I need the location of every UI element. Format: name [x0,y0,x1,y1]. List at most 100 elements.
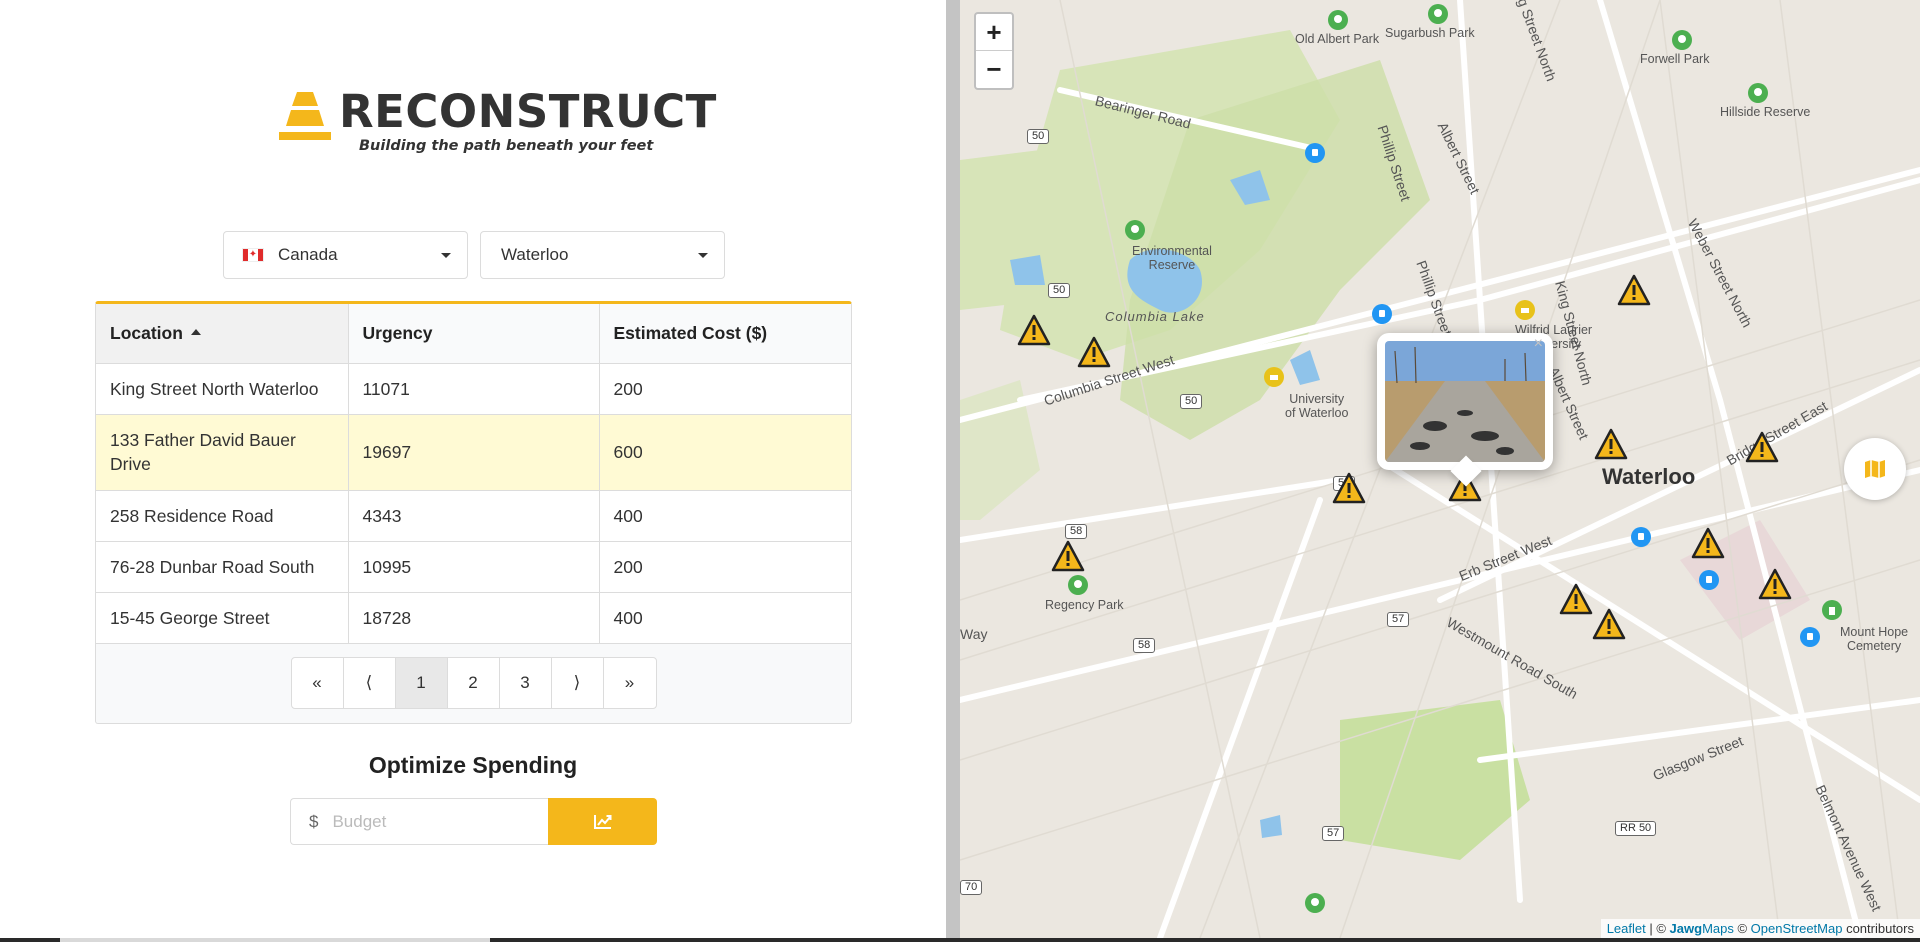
transit-icon [1699,570,1719,590]
app-tagline: Building the path beneath your feet [359,138,654,154]
table-row[interactable]: 133 Father David Bauer Drive 19697 600 [96,414,851,491]
transit-icon [1631,527,1651,547]
pagination: « ⟨ 1 2 3 ⟩ » [290,657,657,709]
city-label: Waterloo [1602,464,1696,489]
left-panel: RECONSTRUCT Building the path beneath yo… [0,0,946,942]
university-icon [1515,300,1535,320]
app-title: RECONSTRUCT [339,85,717,138]
zoom-out-button[interactable]: − [976,51,1012,88]
table-row[interactable]: 15-45 George Street 18728 400 [96,592,851,644]
road-damage-marker[interactable] [1758,568,1792,600]
zoom-control: + − [974,12,1014,90]
road-damage-photo [1385,341,1545,462]
first-page-button[interactable]: « [292,658,344,708]
cell-urgency: 4343 [348,490,600,542]
cell-cost: 200 [599,541,851,593]
cell-cost: 400 [599,490,851,542]
road-damage-marker[interactable] [1332,472,1366,504]
road-damage-marker[interactable] [1051,540,1085,572]
road-damage-marker[interactable] [1594,428,1628,460]
marker-popup: × [1377,333,1553,487]
transit-icon [1800,627,1820,647]
road-shield: 50 [1180,394,1203,409]
road-label: Way [960,626,988,642]
app-logo: RECONSTRUCT Building the path beneath yo… [277,88,717,154]
table-row[interactable]: 258 Residence Road 4343 400 [96,490,851,542]
road-shield: 70 [960,880,983,895]
place-label: Hillside Reserve [1720,105,1811,119]
road-shield: 57 [1322,826,1345,841]
osm-link[interactable]: OpenStreetMap [1751,921,1843,936]
optimize-title: Optimize Spending [368,752,578,778]
road-damage-table: Location Urgency Estimated Cost ($) King… [95,301,852,724]
page-2-button[interactable]: 2 [448,658,500,708]
road-damage-marker[interactable] [1017,314,1051,346]
column-header-urgency[interactable]: Urgency [348,304,600,364]
column-header-location[interactable]: Location [96,304,349,364]
road-damage-marker[interactable] [1745,431,1779,463]
cell-urgency: 18728 [348,592,600,644]
cell-location: 15-45 George Street [96,592,349,644]
road-damage-marker[interactable] [1592,608,1626,640]
page-3-button[interactable]: 3 [500,658,552,708]
park-icon [1748,83,1768,103]
budget-form: $ [290,798,657,845]
canada-flag-icon: ✦ [242,248,264,262]
place-label: Environmental Reserve [1132,244,1212,272]
road-damage-marker[interactable] [1077,336,1111,368]
road-damage-marker[interactable] [1617,274,1651,306]
jawg-link[interactable]: JawgMaps [1670,921,1734,936]
panel-divider[interactable] [946,0,960,942]
transit-icon [1372,304,1392,324]
last-page-button[interactable]: » [604,658,656,708]
budget-input[interactable] [332,811,503,832]
road-shield: 58 [1133,638,1156,653]
place-label: Columbia Lake [1105,309,1205,324]
road-damage-marker[interactable] [1559,583,1593,615]
country-select[interactable]: ✦ Canada [223,231,468,279]
cell-urgency: 10995 [348,541,600,593]
chart-line-icon [593,815,611,829]
road-shield: 57 [1387,612,1410,627]
budget-input-group: $ [290,798,548,845]
place-label: Forwell Park [1640,52,1710,66]
place-label: Mount Hope Cemetery [1840,625,1909,653]
page-1-button[interactable]: 1 [395,658,448,708]
road-damage-marker[interactable] [1691,527,1725,559]
cell-location: 76-28 Dunbar Road South [96,541,349,593]
road-shield: RR 50 [1615,821,1657,836]
park-icon [1068,575,1088,595]
cell-cost: 400 [599,592,851,644]
place-label: Old Albert Park [1295,32,1380,46]
road-shield: 50 [1048,283,1071,298]
park-icon [1125,220,1145,240]
traffic-cone-icon [277,88,333,144]
layers-button[interactable] [1844,438,1906,500]
cell-location: 258 Residence Road [96,490,349,542]
table-row[interactable]: 76-28 Dunbar Road South 10995 200 [96,541,851,593]
chevron-down-icon [698,253,708,258]
map[interactable]: Old Albert Park Sugarbush Park Forwell P… [960,0,1920,938]
road-shield: 58 [1065,524,1088,539]
popup-close-icon[interactable]: × [1534,335,1543,353]
zoom-in-button[interactable]: + [976,14,1012,51]
previous-page-button[interactable]: ⟨ [344,658,396,708]
place-label: Regency Park [1045,598,1124,612]
transit-icon [1305,143,1325,163]
cell-location: King Street North Waterloo [96,363,349,415]
next-page-button[interactable]: ⟩ [552,658,604,708]
table-header-row: Location Urgency Estimated Cost ($) [96,304,851,364]
cell-cost: 600 [599,414,851,491]
bottom-strip [0,938,1920,942]
column-header-cost[interactable]: Estimated Cost ($) [599,304,851,364]
table-row[interactable]: King Street North Waterloo 11071 200 [96,363,851,415]
cemetery-icon [1822,600,1842,620]
place-label: Sugarbush Park [1385,26,1475,40]
university-icon [1264,367,1284,387]
leaflet-link[interactable]: Leaflet [1607,921,1646,936]
city-select[interactable]: Waterloo [480,231,725,279]
cell-cost: 200 [599,363,851,415]
sort-ascending-icon [190,329,201,336]
optimize-button[interactable] [548,798,657,845]
dollar-icon: $ [309,811,319,831]
